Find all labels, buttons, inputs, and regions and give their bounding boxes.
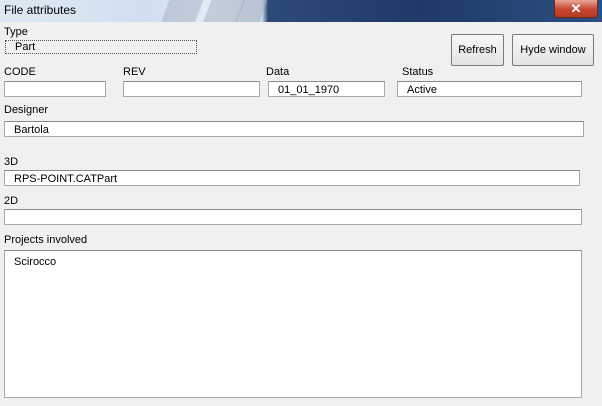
- 3d-file-field[interactable]: RPS-POINT.CATPart: [4, 170, 580, 186]
- hide-window-button[interactable]: Hyde window: [512, 34, 594, 66]
- data-label: Data: [266, 66, 290, 78]
- type-combobox[interactable]: Part: [5, 40, 197, 54]
- date-field[interactable]: 01_01_1970: [268, 81, 385, 97]
- status-label: Status: [402, 66, 434, 78]
- projects-textarea[interactable]: Scirocco: [4, 250, 582, 398]
- title-bar[interactable]: File attributes ✕: [0, 0, 602, 22]
- refresh-button[interactable]: Refresh: [451, 34, 504, 66]
- designer-label: Designer: [4, 104, 49, 116]
- 3d-label: 3D: [4, 156, 19, 168]
- rev-label: REV: [123, 66, 146, 78]
- background-blur-decoration: [160, 0, 206, 22]
- 2d-label: 2D: [4, 195, 19, 207]
- code-label: CODE: [4, 66, 36, 78]
- code-field[interactable]: [4, 81, 106, 97]
- close-icon: ✕: [570, 1, 582, 16]
- status-field[interactable]: Active: [397, 81, 582, 97]
- window-title: File attributes: [4, 3, 77, 17]
- type-value: Part: [15, 41, 36, 53]
- type-label: Type: [4, 26, 28, 38]
- close-button[interactable]: ✕: [554, 0, 598, 18]
- rev-field[interactable]: [123, 81, 260, 97]
- projects-label: Projects involved: [4, 234, 88, 246]
- file-attributes-window: File attributes ✕ Type Part Refresh Hyde…: [0, 0, 602, 406]
- designer-field[interactable]: Bartola: [4, 121, 584, 137]
- 2d-file-field[interactable]: [4, 209, 582, 225]
